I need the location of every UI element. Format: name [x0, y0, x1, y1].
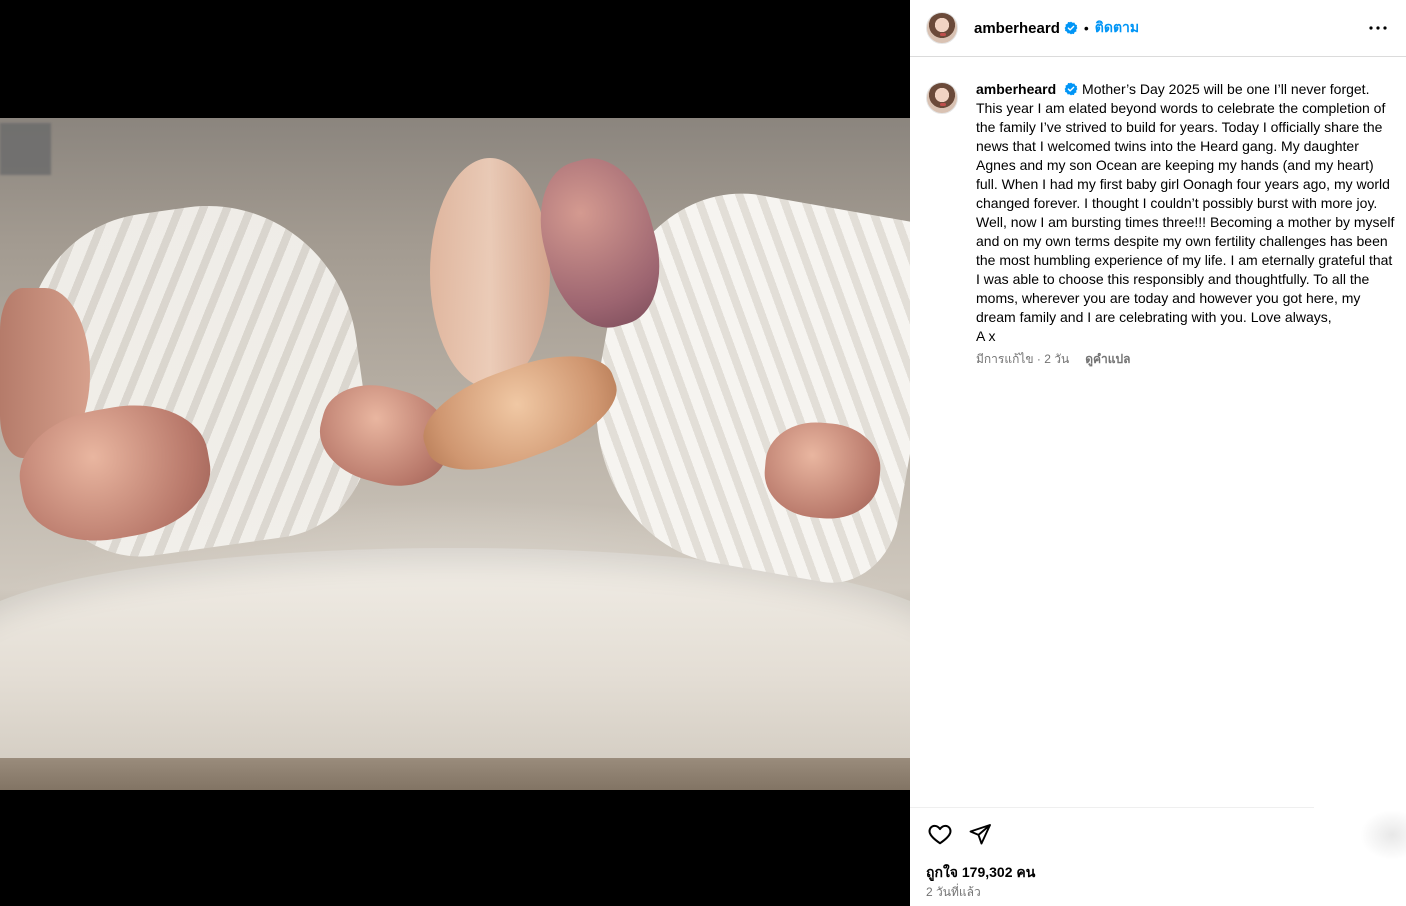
- more-options-icon: [1369, 26, 1387, 30]
- share-button[interactable]: [966, 820, 994, 848]
- divider: [910, 807, 1314, 808]
- caption-text: Mother’s Day 2025 will be one I’ll never…: [976, 81, 1395, 344]
- blurred-overlay: [0, 123, 51, 175]
- like-button[interactable]: [926, 820, 954, 848]
- avatar[interactable]: [926, 12, 958, 44]
- username-link[interactable]: amberheard: [974, 20, 1060, 37]
- post-timestamp[interactable]: 2 วันที่แล้ว: [926, 883, 981, 902]
- edited-timestamp: มีการแก้ไข · 2 วัน: [976, 352, 1070, 366]
- more-options-button[interactable]: [1366, 16, 1390, 40]
- action-bar: [926, 820, 1006, 848]
- follow-button[interactable]: ติดตาม: [1095, 17, 1139, 39]
- post-media: [0, 0, 910, 906]
- caption-meta: มีการแก้ไข · 2 วัน ดูคำแปล: [976, 350, 1396, 369]
- likes-count[interactable]: ถูกใจ 179,302 คน: [926, 862, 1035, 884]
- caption-username-link[interactable]: amberheard: [976, 81, 1056, 97]
- send-icon: [969, 824, 991, 845]
- verified-badge-icon: [1064, 21, 1078, 35]
- post-photo-twins-feet[interactable]: [0, 118, 910, 790]
- caption-avatar[interactable]: [926, 82, 958, 114]
- heart-icon: [928, 824, 952, 845]
- see-translation-link[interactable]: ดูคำแปล: [1085, 350, 1130, 369]
- verified-badge-icon: [1064, 82, 1078, 96]
- post-caption: amberheard Mother’s Day 2025 will be one…: [926, 80, 1396, 369]
- post-side-panel: amberheard • ติดตาม amberheard Mother’s …: [910, 0, 1406, 906]
- post-header: amberheard • ติดตาม: [910, 0, 1406, 57]
- caption-text-block: amberheard Mother’s Day 2025 will be one…: [976, 80, 1396, 346]
- caption-body: amberheard Mother’s Day 2025 will be one…: [976, 80, 1396, 369]
- separator-dot: •: [1083, 20, 1089, 36]
